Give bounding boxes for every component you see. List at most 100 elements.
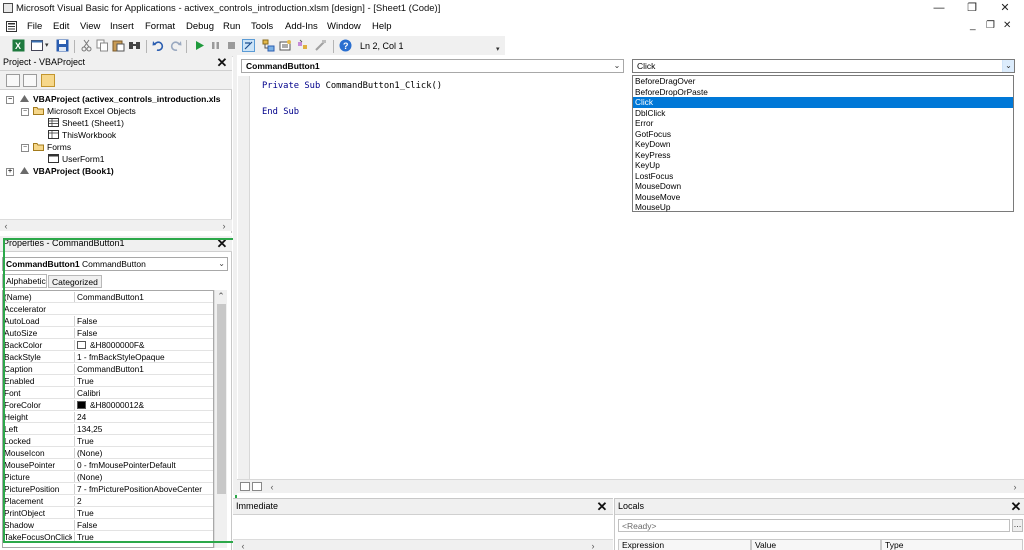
property-row[interactable]: Caption CommandButton1: [3, 363, 213, 375]
property-row[interactable]: MousePointer 0 - fmMousePointerDefault: [3, 459, 213, 471]
property-value[interactable]: 2: [74, 496, 213, 506]
event-item[interactable]: KeyPress: [633, 150, 1013, 161]
menu-debug[interactable]: Debug: [186, 21, 214, 32]
menu-edit[interactable]: Edit: [53, 21, 69, 32]
menu-add-ins[interactable]: Add-Ins: [285, 21, 318, 32]
scrollbar-thumb[interactable]: [217, 304, 226, 494]
property-value[interactable]: (None): [74, 448, 213, 458]
menu-run[interactable]: Run: [223, 21, 240, 32]
property-row[interactable]: BackStyle 1 - fmBackStyleOpaque: [3, 351, 213, 363]
menu-format[interactable]: Format: [145, 21, 175, 32]
design-mode-icon[interactable]: [242, 39, 255, 52]
property-value[interactable]: True: [74, 508, 213, 518]
property-row[interactable]: Font Calibri: [3, 387, 213, 399]
property-value[interactable]: 134,25: [74, 424, 213, 434]
cut-icon[interactable]: [80, 39, 93, 52]
property-value[interactable]: 24: [74, 412, 213, 422]
property-value[interactable]: 1 - fmBackStyleOpaque: [74, 352, 213, 362]
chevron-down-icon[interactable]: ⌄: [611, 60, 623, 72]
object-selector[interactable]: CommandButton1 CommandButton ⌄: [2, 257, 228, 271]
property-value[interactable]: False: [74, 328, 213, 338]
close-immediate-button[interactable]: ✕: [595, 500, 609, 514]
insert-dropdown-icon[interactable]: ▾: [45, 41, 49, 49]
property-value[interactable]: True: [74, 376, 213, 386]
project-horizontal-scrollbar[interactable]: ‹ ›: [0, 219, 232, 231]
property-value[interactable]: False: [74, 520, 213, 530]
toggle-folders-icon[interactable]: [41, 74, 55, 87]
minimize-button[interactable]: —: [922, 0, 956, 17]
property-value[interactable]: Calibri: [74, 388, 213, 398]
object-combo[interactable]: CommandButton1 ⌄: [241, 59, 624, 73]
scroll-up-icon[interactable]: ⌃: [215, 290, 227, 302]
event-item[interactable]: DblClick: [633, 108, 1013, 119]
tree-node-thisworkbook[interactable]: ThisWorkbook: [48, 130, 116, 142]
tree-node-sheet1[interactable]: Sheet1 (Sheet1): [48, 118, 124, 130]
property-row[interactable]: Left 134,25: [3, 423, 213, 435]
event-item[interactable]: MouseDown: [633, 181, 1013, 192]
event-item[interactable]: MouseMove: [633, 192, 1013, 203]
column-type[interactable]: Type: [881, 539, 1023, 550]
menu-window[interactable]: Window: [327, 21, 361, 32]
procedure-combo[interactable]: Click ⌄: [632, 59, 1015, 73]
event-item[interactable]: KeyDown: [633, 139, 1013, 150]
insert-userform-icon[interactable]: [31, 39, 44, 52]
property-value[interactable]: True: [74, 532, 213, 542]
collapse-icon[interactable]: −: [6, 96, 14, 104]
redo-icon[interactable]: [169, 39, 182, 52]
property-row[interactable]: Height 24: [3, 411, 213, 423]
toolbox-icon[interactable]: [314, 39, 327, 52]
full-module-view-icon[interactable]: [252, 482, 262, 491]
project-explorer-icon[interactable]: [262, 39, 275, 52]
tab-categorized[interactable]: Categorized: [48, 275, 102, 288]
mdi-close-button[interactable]: ✕: [1003, 20, 1011, 31]
property-row[interactable]: TakeFocusOnClick True: [3, 531, 213, 543]
close-locals-button[interactable]: ✕: [1009, 500, 1023, 514]
menu-insert[interactable]: Insert: [110, 21, 134, 32]
property-row[interactable]: AutoLoad False: [3, 315, 213, 327]
property-row[interactable]: Placement 2: [3, 495, 213, 507]
property-row[interactable]: ForeColor &H80000012&: [3, 399, 213, 411]
scroll-left-icon[interactable]: ‹: [266, 481, 278, 493]
column-expression[interactable]: Expression: [618, 539, 751, 550]
toolbar-options-icon[interactable]: ▾: [496, 45, 500, 53]
property-row[interactable]: Enabled True: [3, 375, 213, 387]
property-row[interactable]: BackColor &H8000000F&: [3, 339, 213, 351]
view-code-icon[interactable]: [6, 74, 20, 87]
view-object-icon[interactable]: [23, 74, 37, 87]
scroll-right-icon[interactable]: ›: [218, 220, 230, 232]
mdi-restore-button[interactable]: ❐: [986, 20, 995, 31]
reset-icon[interactable]: [225, 39, 238, 52]
property-row[interactable]: Locked True: [3, 435, 213, 447]
chevron-down-icon[interactable]: ⌄: [1002, 60, 1014, 72]
close-project-button[interactable]: ✕: [215, 56, 229, 70]
help-icon[interactable]: ?: [339, 39, 352, 52]
property-row[interactable]: PicturePosition 7 - fmPicturePositionAbov…: [3, 483, 213, 495]
property-value[interactable]: False: [74, 316, 213, 326]
paste-icon[interactable]: [112, 39, 125, 52]
property-row[interactable]: AutoSize False: [3, 327, 213, 339]
event-item[interactable]: Error: [633, 118, 1013, 129]
menu-file[interactable]: File: [27, 21, 42, 32]
event-item[interactable]: BeforeDragOver: [633, 76, 1013, 87]
chevron-down-icon[interactable]: ⌄: [218, 259, 225, 268]
break-icon[interactable]: [209, 39, 222, 52]
property-value[interactable]: CommandButton1: [74, 292, 213, 302]
undo-icon[interactable]: [152, 39, 165, 52]
event-item[interactable]: KeyUp: [633, 160, 1013, 171]
expand-icon[interactable]: +: [6, 168, 14, 176]
restore-button[interactable]: ❐: [955, 0, 989, 17]
procedure-view-icon[interactable]: [240, 482, 250, 491]
code-horizontal-scrollbar[interactable]: ‹ ›: [237, 479, 1024, 493]
property-row[interactable]: Accelerator: [3, 303, 213, 315]
event-item[interactable]: MouseUp: [633, 202, 1013, 213]
margin-indicator-bar[interactable]: [238, 76, 250, 480]
properties-window-icon[interactable]: [279, 39, 292, 52]
close-properties-button[interactable]: ✕: [215, 237, 229, 251]
code-editor[interactable]: Private Sub CommandButton1_Click() End S…: [262, 80, 442, 119]
copy-icon[interactable]: [96, 39, 109, 52]
find-icon[interactable]: [128, 39, 141, 52]
property-row[interactable]: PrintObject True: [3, 507, 213, 519]
scroll-right-icon[interactable]: ›: [587, 540, 599, 550]
excel-view-icon[interactable]: X: [12, 39, 25, 52]
mdi-minimize-button[interactable]: _: [970, 20, 976, 31]
